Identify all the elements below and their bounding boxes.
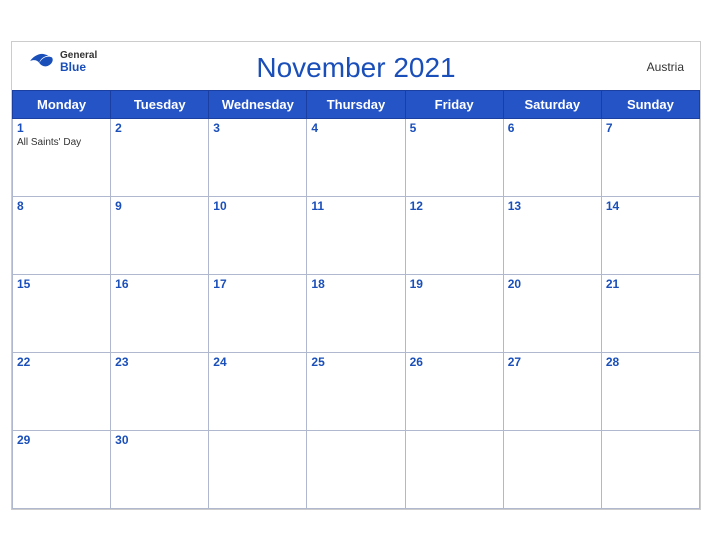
- day-cell: [601, 430, 699, 508]
- day-number: 12: [410, 199, 499, 213]
- header-thursday: Thursday: [307, 90, 405, 118]
- day-number: 15: [17, 277, 106, 291]
- day-number: 19: [410, 277, 499, 291]
- day-number: 21: [606, 277, 695, 291]
- day-number: 25: [311, 355, 400, 369]
- day-number: 2: [115, 121, 204, 135]
- calendar-table: Monday Tuesday Wednesday Thursday Friday…: [12, 90, 700, 509]
- day-number: 24: [213, 355, 302, 369]
- week-row-1: 1 All Saints' Day 234567: [13, 118, 700, 196]
- day-cell: 3: [209, 118, 307, 196]
- day-number: 4: [311, 121, 400, 135]
- day-number: 22: [17, 355, 106, 369]
- week-row-4: 22 23 24 25 26 27 28: [13, 352, 700, 430]
- day-number: 11: [311, 199, 400, 213]
- day-cell: 30: [111, 430, 209, 508]
- country-label: Austria: [647, 60, 684, 74]
- day-cell: 14: [601, 196, 699, 274]
- day-number: 14: [606, 199, 695, 213]
- day-cell: 5: [405, 118, 503, 196]
- day-cell: [209, 430, 307, 508]
- day-cell: [503, 430, 601, 508]
- day-cell: 28: [601, 352, 699, 430]
- day-number: 23: [115, 355, 204, 369]
- day-cell: 2: [111, 118, 209, 196]
- week-row-2: 89 10 11 12 13 14: [13, 196, 700, 274]
- day-cell: 26: [405, 352, 503, 430]
- day-number: 30: [115, 433, 204, 447]
- day-cell: [307, 430, 405, 508]
- day-cell: 13: [503, 196, 601, 274]
- day-cell: 22: [13, 352, 111, 430]
- day-number: 6: [508, 121, 597, 135]
- day-cell: 1 All Saints' Day: [13, 118, 111, 196]
- day-cell: 9: [111, 196, 209, 274]
- day-event: All Saints' Day: [17, 137, 106, 148]
- day-number: 5: [410, 121, 499, 135]
- logo-text: General Blue: [60, 50, 97, 74]
- day-number: 29: [17, 433, 106, 447]
- day-cell: 19: [405, 274, 503, 352]
- day-cell: 10: [209, 196, 307, 274]
- day-cell: 15: [13, 274, 111, 352]
- day-cell: 8: [13, 196, 111, 274]
- day-number: 18: [311, 277, 400, 291]
- weekday-header-row: Monday Tuesday Wednesday Thursday Friday…: [13, 90, 700, 118]
- calendar-header: General Blue November 2021 Austria: [12, 42, 700, 90]
- day-cell: 4: [307, 118, 405, 196]
- day-cell: 18: [307, 274, 405, 352]
- header-tuesday: Tuesday: [111, 90, 209, 118]
- day-number: 8: [17, 199, 106, 213]
- day-number: 16: [115, 277, 204, 291]
- header-sunday: Sunday: [601, 90, 699, 118]
- logo: General Blue: [28, 50, 97, 74]
- day-cell: 23: [111, 352, 209, 430]
- day-number: 10: [213, 199, 302, 213]
- day-number: 7: [606, 121, 695, 135]
- logo-general: General: [60, 50, 97, 61]
- day-cell: 16: [111, 274, 209, 352]
- day-cell: 11: [307, 196, 405, 274]
- day-number: 28: [606, 355, 695, 369]
- calendar-body: 1All Saints' Day234567891011121314151617…: [13, 118, 700, 508]
- day-cell: 25: [307, 352, 405, 430]
- header-monday: Monday: [13, 90, 111, 118]
- header-wednesday: Wednesday: [209, 90, 307, 118]
- day-cell: 27: [503, 352, 601, 430]
- day-cell: 24: [209, 352, 307, 430]
- day-number: 27: [508, 355, 597, 369]
- header-saturday: Saturday: [503, 90, 601, 118]
- day-number: 3: [213, 121, 302, 135]
- header-friday: Friday: [405, 90, 503, 118]
- day-cell: 12: [405, 196, 503, 274]
- day-number: 13: [508, 199, 597, 213]
- day-number: 1: [17, 121, 106, 135]
- logo-blue: Blue: [60, 61, 97, 74]
- day-number: 17: [213, 277, 302, 291]
- day-number: 26: [410, 355, 499, 369]
- day-cell: 29: [13, 430, 111, 508]
- day-cell: [405, 430, 503, 508]
- day-number: 20: [508, 277, 597, 291]
- day-cell: 7: [601, 118, 699, 196]
- calendar: General Blue November 2021 Austria Monda…: [11, 41, 701, 510]
- day-cell: 21: [601, 274, 699, 352]
- logo-bird-icon: [28, 52, 56, 72]
- day-cell: 20: [503, 274, 601, 352]
- calendar-title: November 2021: [256, 52, 455, 84]
- day-cell: 6: [503, 118, 601, 196]
- week-row-5: 29 30: [13, 430, 700, 508]
- day-cell: 17: [209, 274, 307, 352]
- day-number: 9: [115, 199, 204, 213]
- week-row-3: 15 16 17 18 19 20 21: [13, 274, 700, 352]
